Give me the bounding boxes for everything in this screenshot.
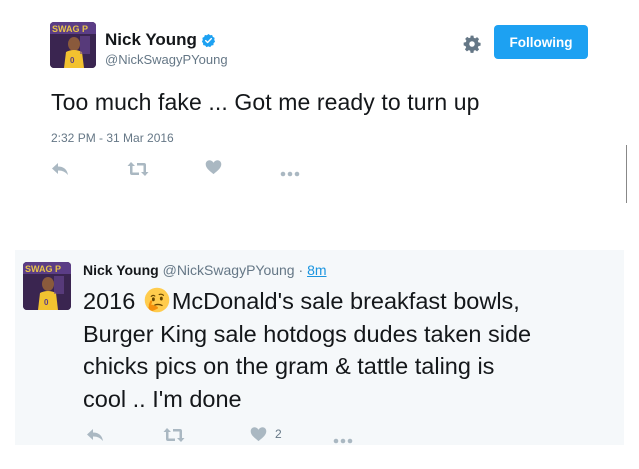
- reply-icon[interactable]: [51, 161, 69, 182]
- text-line: 2016 McDonald's sale breakfast bowls,: [83, 285, 623, 318]
- like-icon[interactable]: [205, 159, 222, 180]
- svg-text:0: 0: [44, 298, 49, 307]
- separator: ·: [298, 262, 304, 278]
- quoted-tweet-header: Nick Young @NickSwagyPYoung · 8m: [83, 262, 327, 278]
- text-line: chicks pics on the gram & tattle taling …: [83, 353, 495, 379]
- text-line: Burger King sale hotdogs dudes taken sid…: [83, 320, 532, 347]
- like-icon[interactable]: [250, 426, 267, 442]
- reply-icon[interactable]: [86, 427, 104, 448]
- tweet-time-link[interactable]: 8m: [307, 262, 326, 278]
- more-icon[interactable]: [280, 164, 300, 182]
- author-name[interactable]: Nick Young: [83, 262, 159, 278]
- svg-text:SWAG P: SWAG P: [52, 24, 88, 34]
- author-name-text[interactable]: Nick Young: [105, 30, 197, 50]
- more-icon[interactable]: [333, 431, 353, 449]
- tweet-text: Too much fake ... Got me ready to turn u…: [51, 89, 480, 115]
- tweet-timestamp[interactable]: 2:32 PM - 31 Mar 2016: [51, 131, 174, 145]
- author-handle[interactable]: @NickSwagyPYoung: [163, 262, 295, 278]
- quoted-tweet-text: 2016 McDonald's sale breakfast bowls, Bu…: [83, 285, 623, 415]
- text-segment: McDonald's sale breakfast bowls,: [171, 288, 520, 314]
- text-segment: 2016: [83, 288, 142, 314]
- retweet-icon[interactable]: [127, 161, 149, 182]
- like-count: 2: [275, 427, 282, 441]
- author-name[interactable]: Nick Young: [105, 30, 216, 50]
- avatar[interactable]: SWAG P 0: [23, 262, 71, 310]
- divider: [626, 145, 627, 203]
- text-line: cool .. I'm done: [83, 385, 242, 412]
- like-button[interactable]: 2: [250, 426, 282, 442]
- retweet-icon[interactable]: [163, 427, 185, 448]
- thinking-face-emoji: [144, 287, 170, 313]
- avatar[interactable]: SWAG P 0: [50, 22, 96, 68]
- svg-text:SWAG P: SWAG P: [25, 264, 61, 274]
- following-button[interactable]: Following: [494, 25, 588, 59]
- verified-badge-icon: [201, 33, 216, 47]
- gear-icon[interactable]: [462, 34, 482, 54]
- author-handle[interactable]: @NickSwagyPYoung: [105, 52, 228, 67]
- svg-text:0: 0: [70, 56, 75, 65]
